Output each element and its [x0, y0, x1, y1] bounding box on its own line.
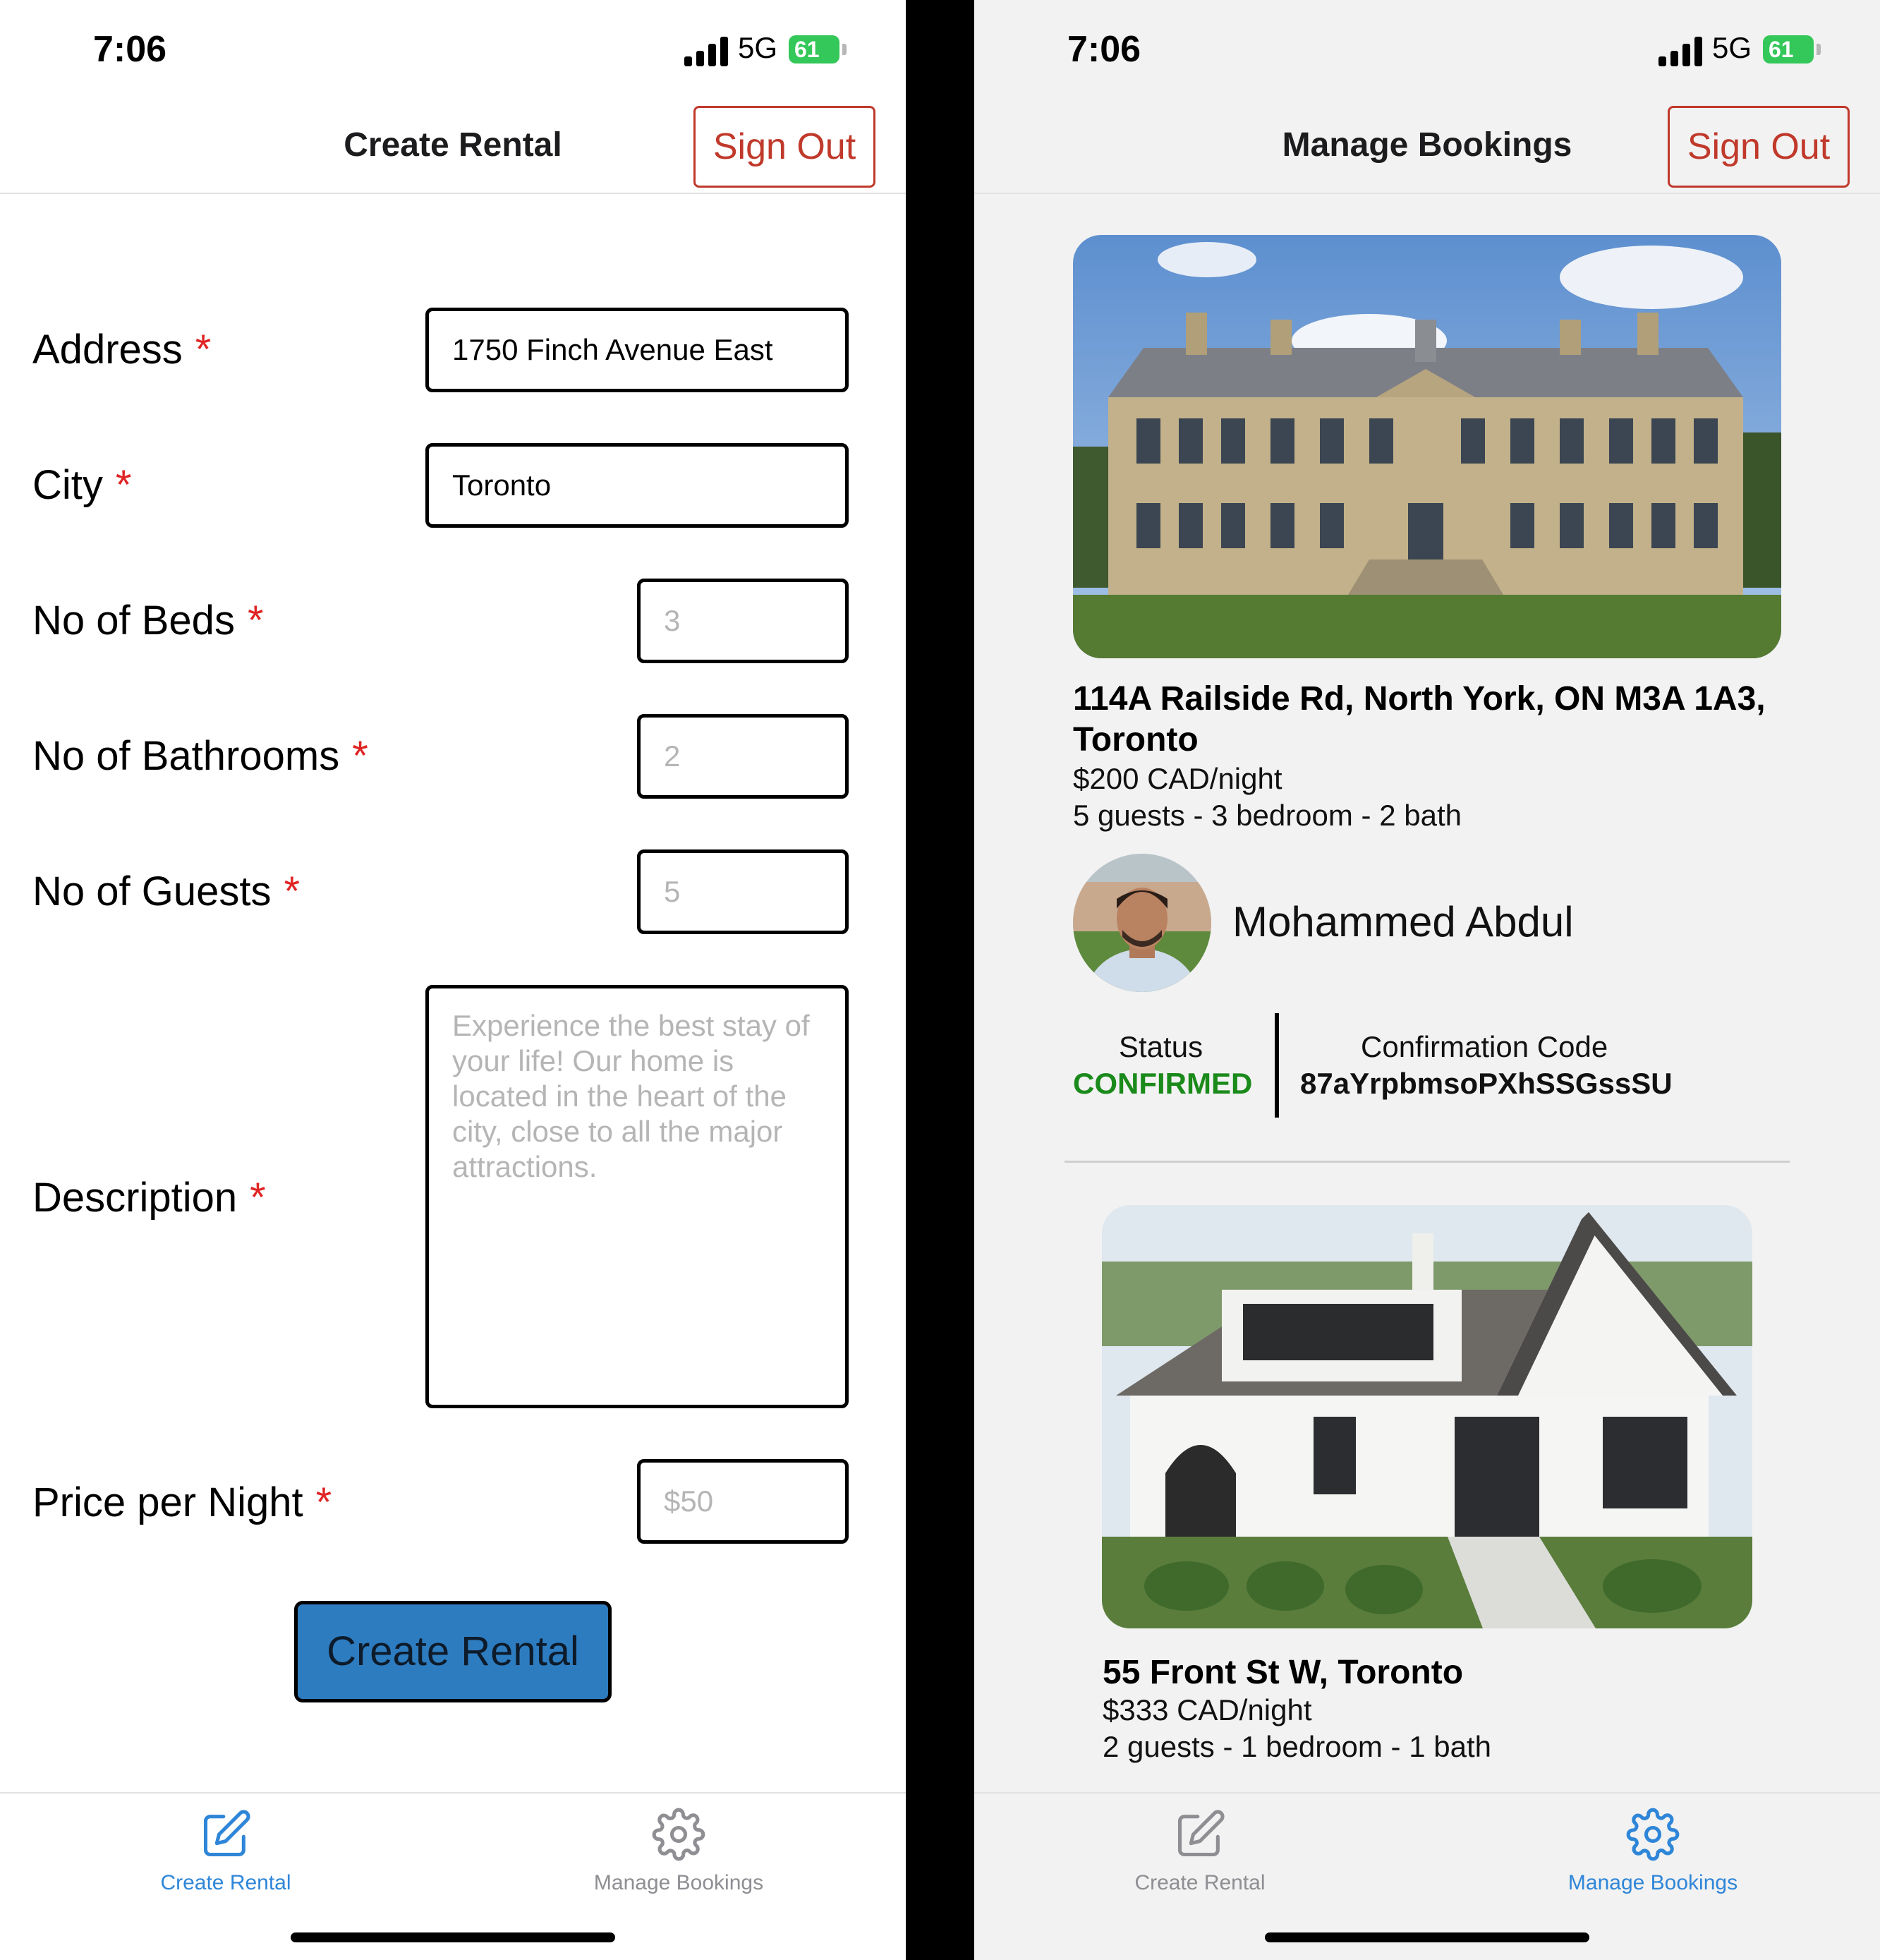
status-badge: CONFIRMED: [1073, 1067, 1253, 1100]
confirmation-code: 87aYrpbmsoPXhSSGssSU: [1300, 1067, 1673, 1100]
network-type: 5G: [1712, 31, 1752, 64]
create-rental-screen: 7:06 5G 61 Create Rental Sign Out Addres…: [0, 0, 906, 1960]
status-time: 7:06: [93, 29, 167, 70]
price-label: Price per Night *: [32, 1480, 332, 1525]
required-marker: *: [247, 598, 264, 643]
status-bar: 7:06 5G 61: [974, 0, 1880, 99]
price-input[interactable]: $50: [637, 1459, 849, 1544]
guests-label: No of Guests *: [32, 869, 301, 914]
manage-bookings-screen: 7:06 5G 61 Manage Bookings Sign Out 114A…: [974, 0, 1880, 1960]
address-label: Address *: [32, 327, 212, 373]
nav-bar: Manage Bookings Sign Out: [974, 99, 1880, 194]
battery-tip: [1817, 44, 1821, 55]
required-marker: *: [115, 462, 132, 508]
battery-icon: 61: [789, 35, 839, 63]
property-photo-manor: [1073, 235, 1781, 658]
sign-out-button[interactable]: Sign Out: [1668, 106, 1850, 188]
edit-icon: [203, 1810, 250, 1857]
guests-input[interactable]: 5: [637, 849, 849, 934]
description-textarea[interactable]: Experience the best stay of your life! O…: [425, 985, 849, 1408]
tab-manage-bookings[interactable]: Manage Bookings: [538, 1793, 820, 1899]
battery-tip: [842, 44, 847, 55]
gear-icon: [1626, 1808, 1680, 1861]
home-indicator: [1265, 1932, 1589, 1942]
city-label: City *: [32, 462, 132, 508]
city-input[interactable]: Toronto: [425, 443, 849, 528]
property-photo-cottage: [1102, 1205, 1752, 1628]
sign-out-button[interactable]: Sign Out: [693, 106, 875, 188]
beds-label: No of Beds *: [32, 598, 264, 643]
tab-create-rental[interactable]: Create Rental: [85, 1793, 367, 1899]
status-divider: [1275, 1013, 1279, 1118]
home-indicator: [291, 1932, 615, 1942]
required-marker: *: [195, 327, 212, 373]
create-rental-button[interactable]: Create Rental: [294, 1601, 612, 1702]
edit-icon: [1177, 1810, 1225, 1857]
confirmation-code-label: Confirmation Code: [1361, 1030, 1608, 1063]
booking-details: 2 guests - 1 bedroom - 1 bath: [1103, 1730, 1491, 1763]
tab-label: Manage Bookings: [593, 1871, 764, 1894]
host-name: Mohammed Abdul: [1232, 898, 1574, 945]
status-time: 7:06: [1067, 29, 1141, 70]
signal-icon: [1658, 35, 1704, 66]
status-bar: 7:06 5G 61: [0, 0, 906, 99]
address-input[interactable]: 1750 Finch Avenue East: [425, 308, 849, 392]
bathrooms-input[interactable]: 2: [637, 714, 849, 799]
required-marker: *: [284, 869, 301, 914]
booking-separator: [1065, 1161, 1790, 1163]
booking-price: $333 CAD/night: [1103, 1693, 1312, 1726]
tab-manage-bookings[interactable]: Manage Bookings: [1512, 1793, 1794, 1899]
booking-address: 114A Railside Rd, North York, ON M3A 1A3…: [1073, 680, 1766, 758]
tab-label: Create Rental: [1134, 1871, 1266, 1894]
booking-details: 5 guests - 3 bedroom - 2 bath: [1073, 799, 1462, 832]
bathrooms-label: No of Bathrooms *: [32, 733, 368, 779]
battery-icon: 61: [1763, 35, 1814, 63]
tab-label: Create Rental: [160, 1871, 291, 1894]
required-marker: *: [352, 733, 368, 779]
required-marker: *: [315, 1480, 332, 1525]
tab-create-rental[interactable]: Create Rental: [1059, 1793, 1341, 1899]
network-type: 5G: [738, 31, 778, 64]
booking-price: $200 CAD/night: [1073, 762, 1282, 795]
signal-icon: [684, 35, 729, 66]
gear-icon: [652, 1808, 705, 1861]
description-label: Description *: [32, 1175, 266, 1221]
booking-address: 55 Front St W, Toronto: [1103, 1654, 1464, 1691]
required-marker: *: [250, 1175, 266, 1221]
tab-label: Manage Bookings: [1567, 1871, 1738, 1894]
beds-input[interactable]: 3: [637, 579, 849, 663]
status-label: Status: [1119, 1030, 1203, 1063]
nav-bar: Create Rental Sign Out: [0, 99, 906, 194]
host-avatar: [1073, 854, 1211, 992]
